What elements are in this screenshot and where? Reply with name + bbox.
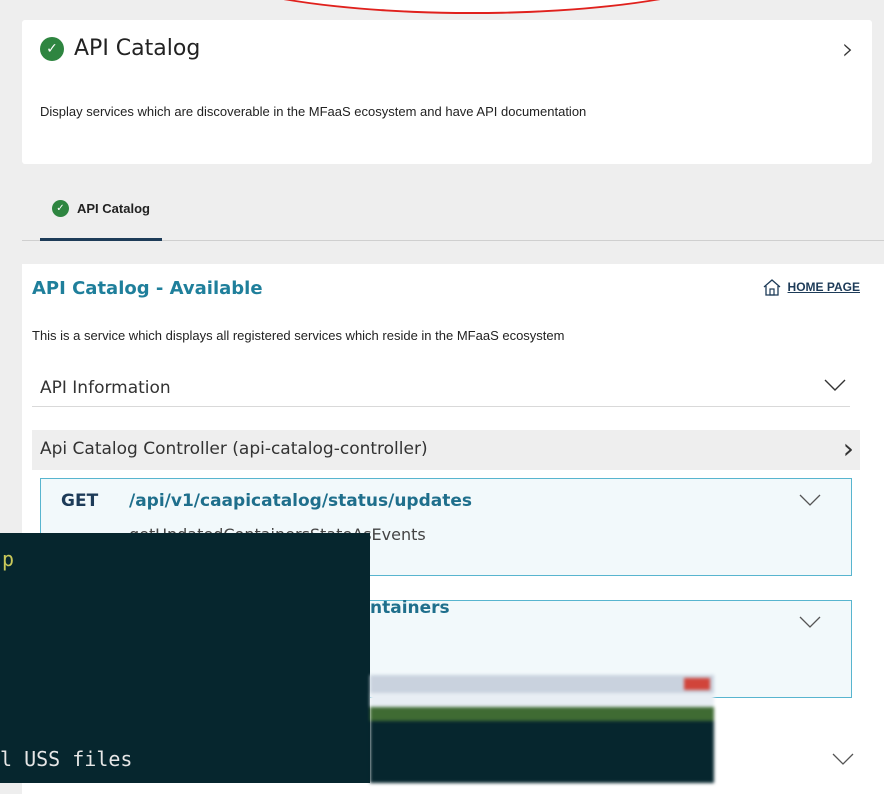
close-icon <box>684 678 710 690</box>
service-card-title: API Catalog <box>74 36 201 61</box>
window-thumbnail <box>370 675 714 783</box>
operation-path-partial: ntainers <box>370 598 450 618</box>
service-status-title: API Catalog - Available <box>32 278 263 299</box>
annotation-highlight <box>180 0 764 14</box>
chevron-right-icon: › <box>842 432 854 465</box>
terminal-line: l USS files <box>0 747 133 771</box>
service-card[interactable]: ✓ API Catalog › Display services which a… <box>22 20 872 164</box>
tab-label: API Catalog <box>77 200 150 216</box>
thumbnail-banner <box>370 707 714 721</box>
thumbnail-addressbar <box>370 693 714 707</box>
home-icon <box>763 279 780 296</box>
service-description: This is a service which displays all reg… <box>32 328 565 343</box>
controller-section-header[interactable]: Api Catalog Controller (api-catalog-cont… <box>32 430 860 470</box>
chevron-right-icon[interactable]: › <box>842 32 854 67</box>
chevron-down-icon <box>824 379 846 391</box>
check-circle-icon: ✓ <box>40 36 64 61</box>
tab-api-catalog[interactable]: ✓ API Catalog <box>40 178 162 241</box>
chevron-down-icon[interactable] <box>832 752 854 766</box>
home-page-label: HOME PAGE <box>787 280 860 294</box>
chevron-down-icon[interactable] <box>799 615 821 629</box>
check-circle-icon: ✓ <box>52 199 69 217</box>
terminal-overlay: p l USS files <box>0 533 370 783</box>
chevron-down-icon[interactable] <box>799 493 821 507</box>
operation-path: /api/v1/caapicatalog/status/updates <box>129 491 473 511</box>
home-page-link[interactable]: HOME PAGE <box>762 278 860 296</box>
tab-bar: ✓ API Catalog <box>22 178 884 241</box>
thumbnail-titlebar <box>370 675 714 693</box>
service-card-description: Display services which are discoverable … <box>40 104 587 119</box>
controller-label: Api Catalog Controller (api-catalog-cont… <box>40 439 428 459</box>
terminal-line: p <box>2 547 15 571</box>
service-card-header: ✓ API Catalog <box>40 36 200 61</box>
api-information-accordion[interactable]: API Information <box>32 368 850 407</box>
api-information-label: API Information <box>40 378 171 398</box>
operation-method: GET <box>61 491 99 511</box>
